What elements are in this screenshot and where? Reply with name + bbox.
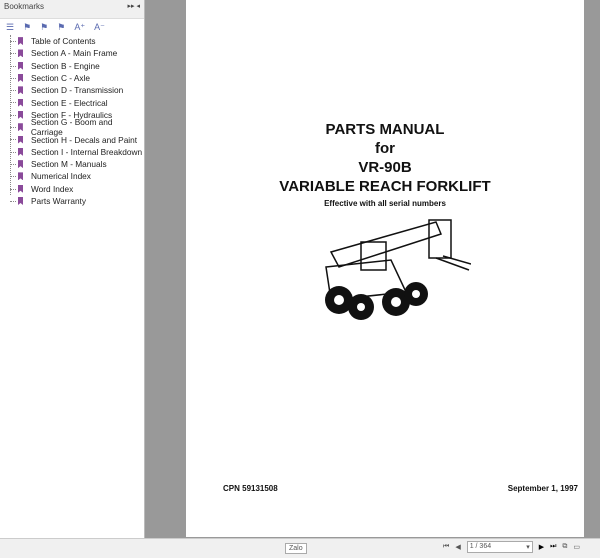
page-navigation: ⏮ ◀ 1 / 364 ▾ ▶ ⏭ ⧉ ▭ xyxy=(443,541,580,553)
bookmark-icon xyxy=(18,184,23,193)
bookmark-item[interactable]: Section I - Internal Breakdown xyxy=(10,146,144,158)
bookmark-label: Section B - Engine xyxy=(31,60,100,71)
bookmark-icon xyxy=(18,123,23,132)
bookmark-tree: Table of Contents Section A - Main Frame S… xyxy=(0,35,144,207)
bookmark-item[interactable]: Section M - Manuals xyxy=(10,158,144,170)
bookmarks-title: Bookmarks xyxy=(4,2,45,11)
bookmark-icon xyxy=(18,147,23,156)
split-view-icon[interactable]: ▭ xyxy=(573,543,580,551)
bookmark-label: Numerical Index xyxy=(31,171,91,182)
first-page-icon[interactable]: ⏮ xyxy=(443,543,449,551)
bookmark-label: Section C - Axle xyxy=(31,73,91,84)
document-view: PARTS MANUAL for VR-90B VARIABLE REACH F… xyxy=(145,0,600,538)
bookmark-icon xyxy=(18,110,23,119)
options-icon[interactable]: ☰ xyxy=(6,22,14,33)
bookmarks-panel: Bookmarks ▸▸ ◂ ☰ ⚑ ⚑ ⚑ A⁺ A⁻ Table of Con… xyxy=(0,0,145,540)
forklift-illustration xyxy=(325,219,471,320)
bookmark-item[interactable]: Section E - Electrical xyxy=(10,96,144,108)
next-page-icon[interactable]: ▶ xyxy=(539,543,544,551)
pdf-page: PARTS MANUAL for VR-90B VARIABLE REACH F… xyxy=(186,0,584,537)
bookmark-item[interactable]: Section B - Engine xyxy=(10,60,144,72)
title-line4: VARIABLE REACH FORKLIFT xyxy=(279,178,491,195)
bookmark-label: Section H - Decals and Paint xyxy=(31,134,138,145)
bookmark-item[interactable]: Section D - Transmission xyxy=(10,84,144,96)
font-increase-icon[interactable]: A⁺ xyxy=(74,22,85,33)
bookmark-label: Section M - Manuals xyxy=(31,159,107,170)
bookmark-item[interactable]: Section G - Boom and Carriage xyxy=(10,117,144,137)
bookmark-item[interactable]: Numerical Index xyxy=(10,170,144,182)
subtitle: Effective with all serial numbers xyxy=(324,199,446,208)
page-number-input[interactable]: 1 / 364 ▾ xyxy=(466,541,533,553)
panel-controls[interactable]: ▸▸ ◂ xyxy=(128,2,141,10)
bookmark-label: Word Index xyxy=(31,183,74,194)
expand-bookmark-icon[interactable]: ⚑ xyxy=(23,22,31,33)
bookmark-icon xyxy=(18,74,23,83)
zoom-field[interactable]: Zalo xyxy=(285,543,307,554)
bookmark-icon xyxy=(18,135,23,144)
bookmark-label: Parts Warranty xyxy=(31,196,87,206)
bookmark-item[interactable]: Word Index xyxy=(10,183,144,195)
bookmark-item[interactable]: Parts Warranty xyxy=(10,195,144,207)
bookmark-item[interactable]: Section C - Axle xyxy=(10,72,144,84)
bookmark-find-icon[interactable]: ⚑ xyxy=(57,22,65,33)
chevron-down-icon[interactable]: ▾ xyxy=(526,543,530,551)
bookmarks-toolbar: ☰ ⚑ ⚑ ⚑ A⁺ A⁻ xyxy=(0,19,144,35)
bookmark-label: Section I - Internal Breakdown xyxy=(31,146,143,157)
font-decrease-icon[interactable]: A⁻ xyxy=(94,22,105,33)
bookmark-icon xyxy=(18,172,23,181)
bookmark-icon xyxy=(18,160,23,169)
view-mode-icon[interactable]: ⧉ xyxy=(562,543,567,551)
bookmark-icon xyxy=(18,49,23,58)
bookmark-label: Section E - Electrical xyxy=(31,97,108,108)
bookmarks-header: Bookmarks ▸▸ ◂ xyxy=(0,0,144,19)
last-page-icon[interactable]: ⏭ xyxy=(550,543,556,551)
bookmark-icon xyxy=(18,86,23,95)
bookmark-item[interactable]: Section A - Main Frame xyxy=(10,47,144,59)
cpn-number: CPN 59131508 xyxy=(223,484,278,493)
page-number: 1 / 364 xyxy=(469,543,492,550)
bookmark-label: Section A - Main Frame xyxy=(31,48,118,59)
status-bar: Zalo ⏮ ◀ 1 / 364 ▾ ▶ ⏭ ⧉ ▭ xyxy=(0,538,600,558)
title-line1: PARTS MANUAL xyxy=(325,121,445,138)
bookmark-item[interactable]: Table of Contents xyxy=(10,35,144,47)
new-bookmark-icon[interactable]: ⚑ xyxy=(40,22,48,33)
title-line3: VR-90B xyxy=(358,159,412,176)
bookmark-icon xyxy=(18,98,23,107)
bookmark-icon xyxy=(18,61,23,70)
bookmark-label: Section D - Transmission xyxy=(31,85,124,96)
bookmark-icon xyxy=(18,197,23,205)
bookmark-icon xyxy=(18,37,23,46)
publish-date: September 1, 1997 xyxy=(507,484,578,493)
bookmark-item[interactable]: Section H - Decals and Paint xyxy=(10,133,144,145)
prev-page-icon[interactable]: ◀ xyxy=(455,543,460,551)
bookmark-label: Table of Contents xyxy=(31,36,96,47)
title-line2: for xyxy=(375,140,395,157)
